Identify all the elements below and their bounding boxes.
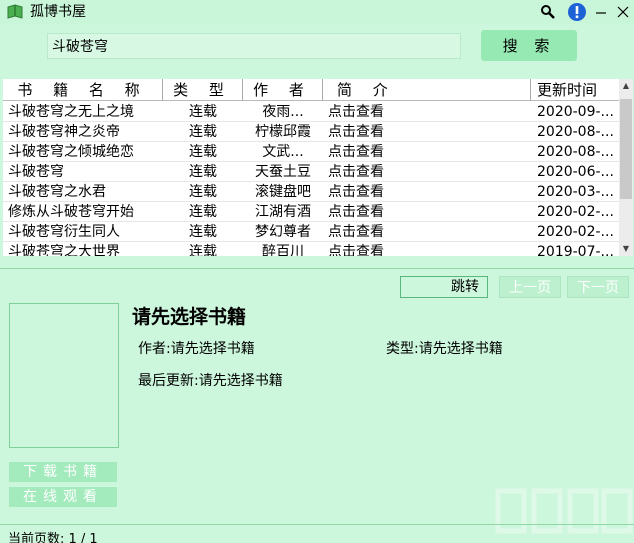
jump-button[interactable]: 跳转 bbox=[443, 277, 487, 297]
cell-type: 连载 bbox=[189, 204, 217, 220]
cell-title: 斗破苍穹衍生同人 bbox=[8, 224, 120, 240]
search-icon[interactable] bbox=[538, 2, 558, 22]
cell-title: 修炼从斗破苍穹开始 bbox=[8, 204, 134, 220]
cell-updated: 2020-06-... bbox=[537, 164, 614, 180]
cell-title: 斗破苍穹神之炎帝 bbox=[8, 124, 120, 140]
cell-type: 连载 bbox=[189, 164, 217, 180]
section-divider bbox=[0, 268, 634, 269]
cell-author: 醉百川 bbox=[262, 244, 304, 256]
page-info: 当前页数: 1 / 1 bbox=[8, 532, 98, 543]
download-button[interactable]: 下载书籍 bbox=[9, 462, 117, 482]
table-row[interactable]: 斗破苍穹神之炎帝 连载 柠檬邱霞 点击查看 2020-08-... bbox=[3, 122, 619, 142]
read-online-button[interactable]: 在线观看 bbox=[9, 487, 117, 507]
scroll-up-icon[interactable]: ▲ bbox=[619, 79, 633, 93]
book-author: 作者:请先选择书籍 bbox=[138, 341, 255, 357]
page-number-input[interactable] bbox=[401, 277, 443, 297]
column-header-title[interactable]: 书 籍 名 称 bbox=[3, 79, 163, 101]
table-row[interactable]: 斗破苍穹之水君 连载 滚键盘吧 点击查看 2020-03-... bbox=[3, 182, 619, 202]
cell-summary-link[interactable]: 点击查看 bbox=[328, 162, 528, 182]
cell-updated: 2020-02-... bbox=[537, 204, 614, 220]
cell-updated: 2019-07-... bbox=[537, 244, 614, 256]
column-header-type[interactable]: 类 型 bbox=[163, 79, 243, 101]
column-header-updated[interactable]: 更新时间 bbox=[531, 79, 619, 101]
window-title: 孤博书屋 bbox=[30, 4, 86, 20]
cell-updated: 2020-08-... bbox=[537, 144, 614, 160]
cell-summary-link[interactable]: 点击查看 bbox=[328, 202, 528, 222]
cell-summary-link[interactable]: 点击查看 bbox=[328, 102, 528, 122]
book-type: 类型:请先选择书籍 bbox=[386, 341, 503, 357]
book-icon bbox=[6, 3, 24, 21]
table-header: 书 籍 名 称 类 型 作 者 简 介 更新时间 bbox=[3, 79, 619, 101]
cell-summary-link[interactable]: 点击查看 bbox=[328, 182, 528, 202]
cell-title: 斗破苍穹之大世界 bbox=[8, 244, 120, 256]
cell-title: 斗破苍穹 bbox=[8, 164, 64, 180]
table-row[interactable]: 斗破苍穹 连载 天蚕土豆 点击查看 2020-06-... bbox=[3, 162, 619, 182]
info-icon[interactable] bbox=[567, 2, 587, 22]
cell-type: 连载 bbox=[189, 104, 217, 120]
book-table: 书 籍 名 称 类 型 作 者 简 介 更新时间 斗破苍穹之无上之境 连载 夜雨… bbox=[3, 79, 619, 256]
cell-summary-link[interactable]: 点击查看 bbox=[328, 142, 528, 162]
column-header-summary[interactable]: 简 介 bbox=[323, 79, 531, 101]
cell-summary-link[interactable]: 点击查看 bbox=[328, 242, 528, 256]
cell-title: 斗破苍穹之水君 bbox=[8, 184, 106, 200]
cell-updated: 2020-08-... bbox=[537, 124, 614, 140]
title-bar: 孤博书屋 bbox=[0, 0, 634, 24]
table-row[interactable]: 斗破苍穹衍生同人 连载 梦幻尊者 点击查看 2020-02-... bbox=[3, 222, 619, 242]
cell-type: 连载 bbox=[189, 144, 217, 160]
table-row[interactable]: 斗破苍穹之倾城绝恋 连载 文武... 点击查看 2020-08-... bbox=[3, 142, 619, 162]
scroll-thumb[interactable] bbox=[620, 99, 632, 199]
next-page-button[interactable]: 下一页 bbox=[567, 276, 629, 298]
book-cover bbox=[9, 303, 119, 448]
prev-page-button[interactable]: 上一页 bbox=[499, 276, 561, 298]
cell-type: 连载 bbox=[189, 244, 217, 256]
page-jump: 跳转 bbox=[400, 276, 488, 298]
cell-updated: 2020-09-... bbox=[537, 104, 614, 120]
cell-type: 连载 bbox=[189, 184, 217, 200]
cell-updated: 2020-02-... bbox=[537, 224, 614, 240]
cell-author: 梦幻尊者 bbox=[255, 224, 311, 240]
cell-summary-link[interactable]: 点击查看 bbox=[328, 222, 528, 242]
table-body: 斗破苍穹之无上之境 连载 夜雨... 点击查看 2020-09-... 斗破苍穹… bbox=[3, 102, 619, 256]
status-bar: 当前页数: 1 / 1 bbox=[0, 524, 634, 543]
cell-author: 滚键盘吧 bbox=[255, 184, 311, 200]
cell-author: 夜雨... bbox=[262, 104, 304, 120]
book-updated: 最后更新:请先选择书籍 bbox=[138, 373, 283, 389]
close-icon[interactable] bbox=[613, 2, 633, 22]
minimize-icon[interactable] bbox=[591, 2, 611, 22]
cell-author: 文武... bbox=[262, 144, 304, 160]
table-row[interactable]: 修炼从斗破苍穹开始 连载 江湖有酒 点击查看 2020-02-... bbox=[3, 202, 619, 222]
search-box bbox=[47, 33, 461, 59]
cell-author: 江湖有酒 bbox=[255, 204, 311, 220]
cell-author: 天蚕土豆 bbox=[255, 164, 311, 180]
cell-summary-link[interactable]: 点击查看 bbox=[328, 122, 528, 142]
cell-type: 连载 bbox=[189, 124, 217, 140]
cell-author: 柠檬邱霞 bbox=[255, 124, 311, 140]
cell-title: 斗破苍穹之倾城绝恋 bbox=[8, 144, 134, 160]
cell-type: 连载 bbox=[189, 224, 217, 240]
table-row[interactable]: 斗破苍穹之大世界 连载 醉百川 点击查看 2019-07-... bbox=[3, 242, 619, 256]
search-button[interactable]: 搜 索 bbox=[481, 30, 577, 61]
book-title: 请先选择书籍 bbox=[132, 306, 247, 328]
cell-updated: 2020-03-... bbox=[537, 184, 614, 200]
cell-title: 斗破苍穹之无上之境 bbox=[8, 104, 134, 120]
table-row[interactable]: 斗破苍穹之无上之境 连载 夜雨... 点击查看 2020-09-... bbox=[3, 102, 619, 122]
table-scrollbar[interactable]: ▲ ▼ bbox=[619, 79, 633, 256]
scroll-down-icon[interactable]: ▼ bbox=[619, 242, 633, 256]
search-input[interactable] bbox=[48, 34, 460, 58]
column-header-author[interactable]: 作 者 bbox=[243, 79, 323, 101]
